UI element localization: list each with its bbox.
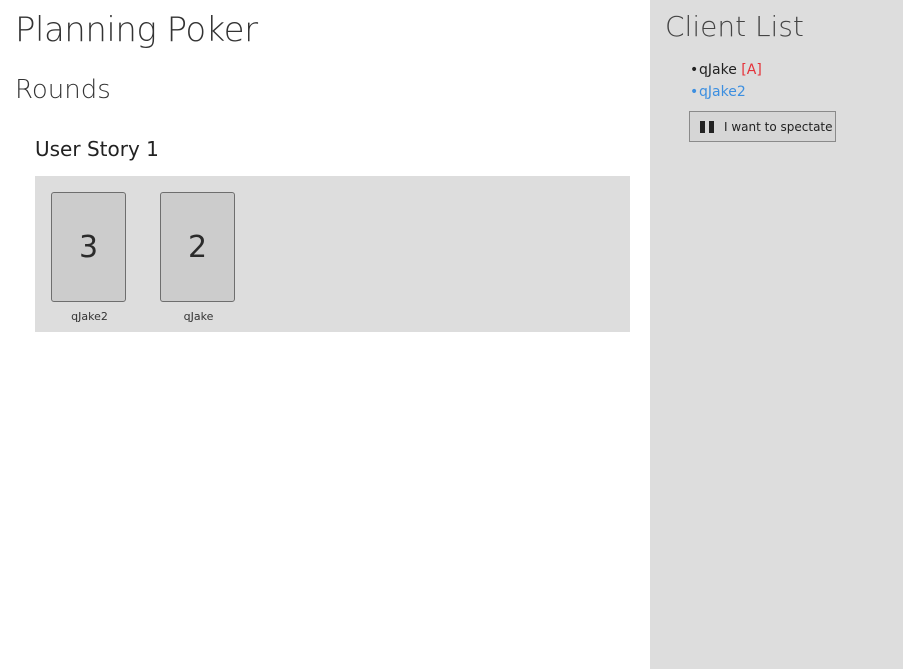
- client-item-self: •qJake2: [690, 81, 762, 103]
- client-name: qJake: [699, 62, 737, 78]
- client-item: •qJake [A]: [690, 59, 762, 81]
- spectate-button[interactable]: I want to spectate: [689, 111, 836, 142]
- poker-card[interactable]: 2: [160, 192, 235, 302]
- card-owner-label: qJake2: [71, 310, 108, 323]
- main-panel: Planning Poker Rounds User Story 1 3 qJa…: [0, 0, 650, 669]
- poker-card[interactable]: 3: [51, 192, 126, 302]
- pause-icon: [700, 120, 714, 133]
- bullet-icon: •: [690, 84, 699, 100]
- client-list: •qJake [A] •qJake2: [690, 59, 762, 103]
- played-card-slot: 2 qJake: [160, 192, 238, 323]
- client-list-sidebar: Client List •qJake [A] •qJake2 I want to…: [650, 0, 903, 669]
- app-title: Planning Poker: [15, 10, 258, 50]
- client-list-title: Client List: [665, 10, 804, 43]
- rounds-heading: Rounds: [15, 75, 111, 105]
- bullet-icon: •: [690, 62, 699, 78]
- client-name: qJake2: [699, 84, 746, 100]
- spectate-button-label: I want to spectate: [724, 119, 833, 134]
- played-card-slot: 3 qJake2: [51, 192, 129, 323]
- card-area: 3 qJake2 2 qJake: [35, 176, 630, 332]
- admin-badge: [A]: [741, 62, 762, 78]
- user-story-title: User Story 1: [35, 137, 159, 161]
- card-owner-label: qJake: [183, 310, 214, 323]
